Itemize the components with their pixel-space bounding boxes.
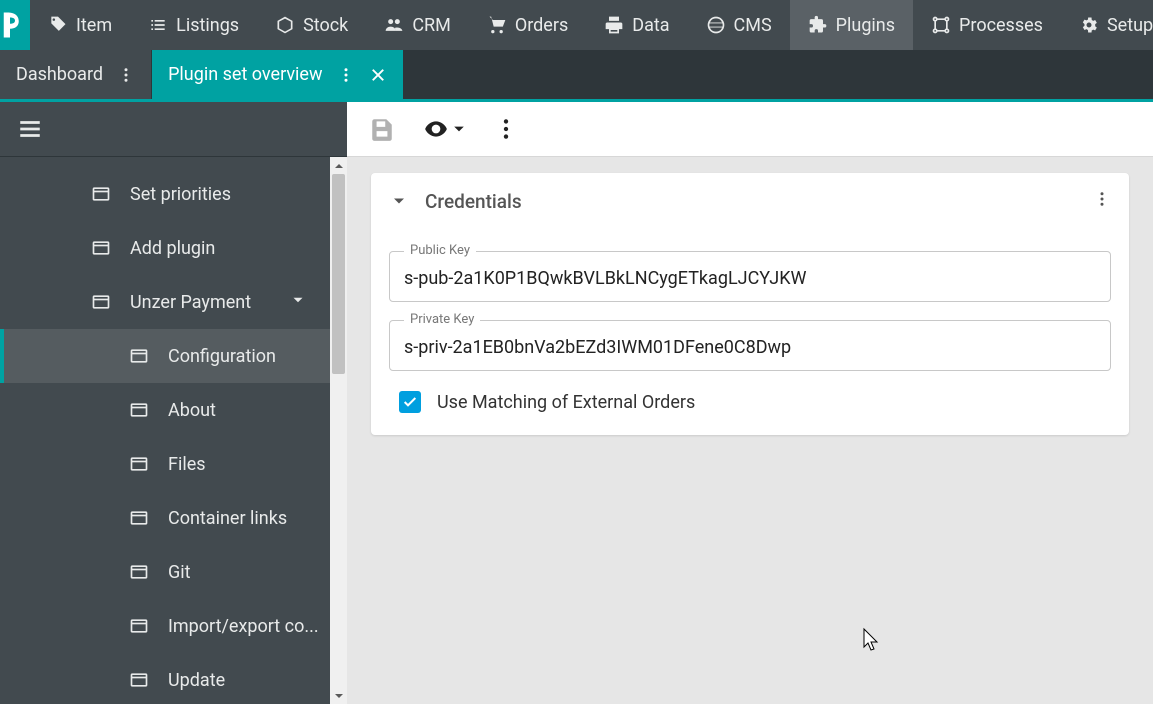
panel-icon <box>128 561 150 583</box>
panel-icon <box>128 669 150 691</box>
nav-label: CRM <box>412 15 451 36</box>
tag-icon <box>48 15 68 35</box>
panel-icon <box>128 507 150 529</box>
nav-plugins[interactable]: Plugins <box>790 0 913 50</box>
nav-data[interactable]: Data <box>586 0 687 50</box>
sidebar-label: Unzer Payment <box>130 292 251 313</box>
sidebar-files[interactable]: Files <box>0 437 347 491</box>
scroll-up-icon[interactable] <box>330 157 347 174</box>
sidebar-add-plugin[interactable]: Add plugin <box>0 221 347 275</box>
puzzle-icon <box>808 15 828 35</box>
nav-listings[interactable]: Listings <box>130 0 257 50</box>
panel-icon <box>90 237 112 259</box>
close-icon[interactable] <box>369 66 387 84</box>
nav-label: Listings <box>176 15 239 36</box>
sidebar-container-links[interactable]: Container links <box>0 491 347 545</box>
nav-item[interactable]: Item <box>30 0 130 50</box>
nav-label: Item <box>76 15 112 36</box>
sidebar-label: Update <box>168 670 225 691</box>
sidebar-label: About <box>168 400 216 421</box>
chevron-down-icon <box>289 291 307 314</box>
card-more-icon[interactable] <box>1093 190 1111 213</box>
sidebar-label: Set priorities <box>130 184 231 205</box>
nav-label: Stock <box>303 15 348 36</box>
panel-icon <box>128 399 150 421</box>
hamburger-icon[interactable] <box>16 115 44 143</box>
sidebar-label: Files <box>168 454 206 475</box>
match-external-orders-checkbox[interactable] <box>399 391 421 413</box>
tab-dashboard[interactable]: Dashboard <box>0 50 152 99</box>
sidebar-label: Add plugin <box>130 238 215 259</box>
scrollbar-thumb[interactable] <box>332 174 345 374</box>
visibility-dropdown[interactable] <box>423 116 465 142</box>
box-icon <box>275 15 295 35</box>
scroll-down-icon[interactable] <box>330 687 347 704</box>
sidebar-git[interactable]: Git <box>0 545 347 599</box>
private-key-input[interactable] <box>390 321 1110 370</box>
sidebar: Set priorities Add plugin Unzer Payment … <box>0 102 347 704</box>
panel-icon <box>90 183 112 205</box>
nav-setup[interactable]: Setup <box>1061 0 1153 50</box>
nav-label: Orders <box>515 15 568 36</box>
cart-icon <box>487 15 507 35</box>
flow-icon <box>931 15 951 35</box>
nav-orders[interactable]: Orders <box>469 0 586 50</box>
printer-icon <box>604 15 624 35</box>
tab-bar: Dashboard Plugin set overview <box>0 50 1153 102</box>
content-toolbar <box>347 102 1153 157</box>
panel-icon <box>128 615 150 637</box>
sidebar-import-export[interactable]: Import/export co... <box>0 599 347 653</box>
panel-icon <box>90 291 112 313</box>
tab-label: Dashboard <box>16 64 103 85</box>
field-label: Public Key <box>404 243 476 258</box>
logo[interactable] <box>0 0 30 50</box>
nav-label: Setup <box>1107 15 1153 36</box>
save-button <box>369 116 395 142</box>
sidebar-update[interactable]: Update <box>0 653 347 704</box>
list-icon <box>148 15 168 35</box>
credentials-card: Credentials Public Key Private Key <box>371 173 1129 435</box>
nav-stock[interactable]: Stock <box>257 0 366 50</box>
sidebar-label: Configuration <box>168 346 276 367</box>
field-label: Private Key <box>404 312 480 327</box>
sidebar-about[interactable]: About <box>0 383 347 437</box>
collapse-icon[interactable] <box>389 191 409 211</box>
sidebar-configuration[interactable]: Configuration <box>0 329 347 383</box>
globe-icon <box>706 15 726 35</box>
more-vertical-icon[interactable] <box>337 66 355 84</box>
sidebar-scrollbar[interactable] <box>330 157 347 704</box>
nav-label: CMS <box>734 15 772 36</box>
caret-down-icon <box>453 120 465 139</box>
nav-label: Processes <box>959 15 1043 36</box>
cursor-icon <box>862 627 882 651</box>
nav-crm[interactable]: CRM <box>366 0 469 50</box>
more-actions-button[interactable] <box>493 116 519 142</box>
tab-label: Plugin set overview <box>168 64 322 85</box>
sidebar-label: Container links <box>168 508 287 529</box>
sidebar-set-priorities[interactable]: Set priorities <box>0 167 347 221</box>
panel-icon <box>128 453 150 475</box>
private-key-field: Private Key <box>389 320 1111 371</box>
panel-icon <box>128 345 150 367</box>
tab-plugin-overview[interactable]: Plugin set overview <box>152 50 403 99</box>
nav-processes[interactable]: Processes <box>913 0 1061 50</box>
content-area: Credentials Public Key Private Key <box>347 102 1153 704</box>
gear-icon <box>1079 15 1099 35</box>
sidebar-unzer-payment[interactable]: Unzer Payment <box>0 275 347 329</box>
people-icon <box>384 15 404 35</box>
nav-label: Plugins <box>836 15 895 36</box>
top-nav: Item Listings Stock CRM Orders Data CMS <box>0 0 1153 50</box>
public-key-input[interactable] <box>390 252 1110 301</box>
nav-label: Data <box>632 15 669 36</box>
nav-cms[interactable]: CMS <box>688 0 790 50</box>
sidebar-label: Import/export co... <box>168 616 319 637</box>
sidebar-label: Git <box>168 562 191 583</box>
public-key-field: Public Key <box>389 251 1111 302</box>
card-title: Credentials <box>425 190 1077 213</box>
more-vertical-icon[interactable] <box>117 66 135 84</box>
checkbox-label: Use Matching of External Orders <box>437 392 695 413</box>
